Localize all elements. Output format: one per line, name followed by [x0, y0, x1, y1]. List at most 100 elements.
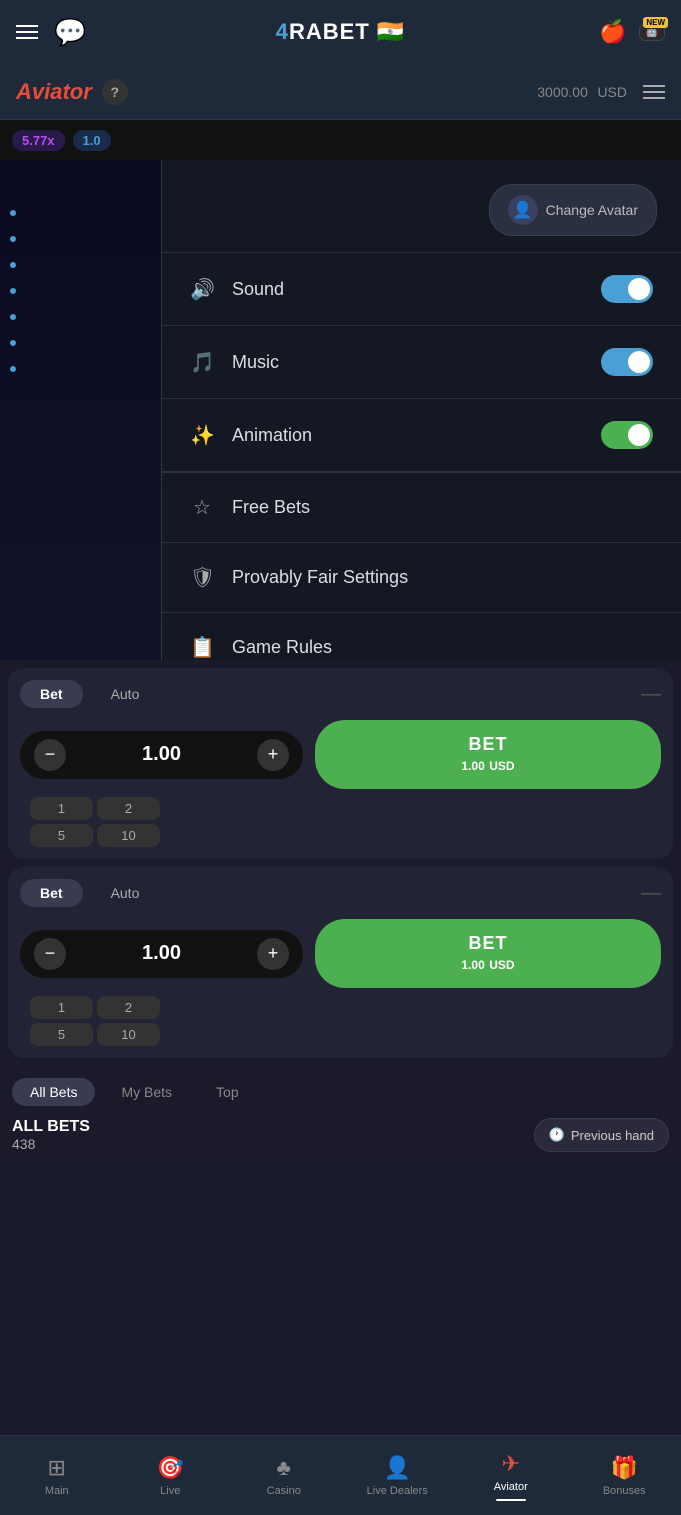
star-icon: ☆ — [190, 495, 214, 520]
balance-currency: USD — [597, 84, 627, 100]
all-bets-tabs: All Bets My Bets Top — [12, 1066, 669, 1118]
quick-bet-1-1[interactable]: 1 — [30, 797, 93, 820]
menu-item-music[interactable]: 🎵 Music — [162, 326, 681, 399]
nav-item-live[interactable]: 🎯 Live — [114, 1447, 228, 1505]
live-icon: 🎯 — [157, 1455, 184, 1481]
history-clock-icon: 🕐 — [549, 1127, 565, 1143]
help-button[interactable]: ? — [102, 79, 128, 105]
game-rules-label: Game Rules — [232, 637, 332, 658]
previous-hand-button[interactable]: 🕐 Previous hand — [534, 1118, 669, 1152]
all-bets-tab-top[interactable]: Top — [198, 1078, 257, 1106]
bet-panel-1: Bet Auto — − 1.00 + BET 1.00 USD 1 2 5 1… — [8, 668, 673, 859]
nav-item-aviator[interactable]: ✈ Aviator — [454, 1443, 568, 1509]
bet-button-amount-1: 1.00 USD — [461, 757, 514, 775]
all-bets-tab-all[interactable]: All Bets — [12, 1078, 95, 1106]
change-avatar-label: Change Avatar — [546, 202, 638, 218]
bet-tab-1-bet[interactable]: Bet — [20, 680, 83, 708]
bet-amount-ctrl-2: − 1.00 + — [20, 930, 303, 978]
new-badge: NEW — [643, 17, 668, 28]
free-bets-label: Free Bets — [232, 497, 310, 518]
bet-tab-separator-2: — — [641, 882, 661, 905]
apple-icon[interactable]: 🍎 — [599, 19, 626, 45]
nav-item-main[interactable]: ⊞ Main — [0, 1447, 114, 1505]
quick-bets-1: 1 2 5 10 — [20, 797, 160, 847]
sound-toggle[interactable] — [601, 275, 653, 303]
flag-icon: 🇮🇳 — [377, 19, 405, 44]
bet-plus-1[interactable]: + — [257, 739, 289, 771]
android-badge[interactable]: 🤖 NEW — [639, 24, 665, 41]
balance-value: 3000.00 — [537, 84, 588, 100]
plane-icon: ✈ — [502, 1451, 520, 1477]
quick-bet-2-1[interactable]: 1 — [30, 996, 93, 1019]
music-icon: 🎵 — [190, 350, 214, 375]
bet-button-1[interactable]: BET 1.00 USD — [315, 720, 661, 789]
animation-toggle[interactable] — [601, 421, 653, 449]
nav-item-bonuses[interactable]: 🎁 Bonuses — [568, 1447, 681, 1505]
all-bets-tab-my[interactable]: My Bets — [103, 1078, 190, 1106]
bet-currency-1: USD — [489, 759, 514, 773]
bet-button-2[interactable]: BET 1.00 USD — [315, 919, 661, 988]
menu-section-toggles: 🔊 Sound 🎵 Music — [162, 252, 681, 472]
game-header: Aviator ? 3000.00 USD — [0, 64, 681, 120]
all-bets-section: All Bets My Bets Top ALL BETS 438 🕐 Prev… — [0, 1066, 681, 1160]
sound-label: Sound — [232, 279, 284, 300]
music-toggle[interactable] — [601, 348, 653, 376]
dealer-icon: 👤 — [384, 1455, 411, 1481]
quick-bet-1-3[interactable]: 5 — [30, 824, 93, 847]
bet-plus-2[interactable]: + — [257, 938, 289, 970]
bet-amount-value-1: 1.00 — [74, 743, 249, 766]
quick-bet-2-2[interactable]: 2 — [97, 996, 160, 1019]
multiplier-bar: 5.77x 1.0 — [0, 120, 681, 160]
chat-icon[interactable]: 💬 — [54, 17, 86, 48]
nav-item-casino[interactable]: ♣ Casino — [227, 1447, 341, 1505]
animation-icon: ✨ — [190, 423, 214, 448]
menu-item-animation[interactable]: ✨ Animation — [162, 399, 681, 472]
bet-tab-2-bet[interactable]: Bet — [20, 879, 83, 907]
avatar-icon: 👤 — [508, 195, 538, 225]
club-icon: ♣ — [277, 1455, 291, 1481]
provably-fair-label: Provably Fair Settings — [232, 567, 408, 588]
bet-button-label-2: BET — [469, 933, 508, 954]
bet-button-amount-2: 1.00 USD — [461, 956, 514, 974]
nav-item-live-dealers[interactable]: 👤 Live Dealers — [341, 1447, 455, 1505]
change-avatar-button[interactable]: 👤 Change Avatar — [489, 184, 657, 236]
bet-row-1: − 1.00 + BET 1.00 USD — [20, 720, 661, 789]
top-nav: 💬 4RABET 🇮🇳 🍎 🤖 NEW — [0, 0, 681, 64]
bet-amount-ctrl-1: − 1.00 + — [20, 731, 303, 779]
nav-label-aviator: Aviator — [494, 1481, 528, 1493]
nav-active-underline — [496, 1499, 526, 1501]
bet-minus-1[interactable]: − — [34, 739, 66, 771]
quick-bet-2-3[interactable]: 5 — [30, 1023, 93, 1046]
change-avatar-row: 👤 Change Avatar — [162, 160, 681, 252]
quick-bets-2: 1 2 5 10 — [20, 996, 160, 1046]
hamburger-menu-icon[interactable] — [16, 25, 38, 39]
bottom-nav: ⊞ Main 🎯 Live ♣ Casino 👤 Live Dealers ✈ … — [0, 1435, 681, 1515]
nav-label-main: Main — [45, 1485, 69, 1497]
menu-item-free-bets[interactable]: ☆ Free Bets — [162, 473, 681, 543]
menu-item-game-rules[interactable]: 📋 Game Rules — [162, 613, 681, 660]
bet-tab-2-auto[interactable]: Auto — [91, 879, 160, 907]
bet-button-label-1: BET — [469, 734, 508, 755]
menu-item-sound[interactable]: 🔊 Sound — [162, 253, 681, 326]
bet-tabs-2: Bet Auto — — [20, 879, 661, 907]
all-bets-title: ALL BETS — [12, 1118, 90, 1136]
gift-icon: 🎁 — [611, 1455, 638, 1481]
brand-logo: 4RABET 🇮🇳 — [276, 19, 406, 45]
bet-row-2: − 1.00 + BET 1.00 USD — [20, 919, 661, 988]
quick-bet-2-4[interactable]: 10 — [97, 1023, 160, 1046]
settings-menu-button[interactable] — [643, 85, 665, 99]
bet-tab-1-auto[interactable]: Auto — [91, 680, 160, 708]
nav-label-live: Live — [160, 1485, 180, 1497]
settings-overlay-menu: 👤 Change Avatar 🔊 Sound — [161, 160, 681, 660]
menu-item-provably-fair[interactable]: 🛡 Provably Fair Settings — [162, 543, 681, 613]
bet-tabs-1: Bet Auto — — [20, 680, 661, 708]
quick-bet-1-4[interactable]: 10 — [97, 824, 160, 847]
top-nav-left: 💬 — [16, 17, 86, 48]
bet-panel-2: Bet Auto — − 1.00 + BET 1.00 USD 1 2 5 1… — [8, 867, 673, 1058]
bet-minus-2[interactable]: − — [34, 938, 66, 970]
all-bets-count: 438 — [12, 1136, 90, 1152]
nav-label-live-dealers: Live Dealers — [367, 1485, 428, 1497]
dots-decoration — [10, 210, 16, 372]
menu-section-settings: ☆ Free Bets 🛡 Provably Fair Settings 📋 G — [162, 472, 681, 660]
quick-bet-1-2[interactable]: 2 — [97, 797, 160, 820]
